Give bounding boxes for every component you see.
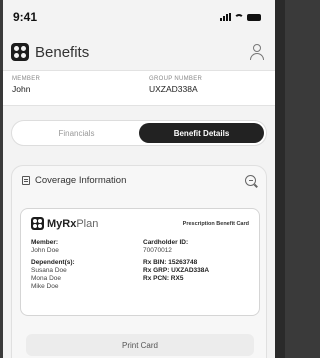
- segmented-tabs: Financials Benefit Details: [11, 120, 267, 146]
- status-time: 9:41: [13, 10, 38, 24]
- card-header: MyRxPlan Prescription Benefit Card: [31, 217, 249, 230]
- tab-benefit-details[interactable]: Benefit Details: [139, 123, 264, 143]
- rx-bin: Rx BIN: 15263748: [143, 259, 198, 266]
- rx-pcn: Rx PCN: RX5: [143, 275, 184, 282]
- wifi-icon: [234, 13, 244, 21]
- cardholder-key: Cardholder ID:: [143, 239, 189, 246]
- group-column: GROUP NUMBER UXZAD338A: [129, 76, 266, 100]
- page-title: Benefits: [35, 43, 90, 61]
- member-value: John: [12, 84, 31, 94]
- prescription-card[interactable]: MyRxPlan Prescription Benefit Card Membe…: [20, 208, 260, 316]
- card-right-column: Cardholder ID: 70070012 Rx BIN: 15263748…: [137, 239, 249, 291]
- coverage-title-group: Coverage Information: [22, 175, 126, 186]
- member-column: MEMBER John: [12, 76, 129, 100]
- profile-icon[interactable]: [249, 44, 265, 60]
- member-label: MEMBER: [12, 76, 41, 82]
- brand: Benefits: [11, 43, 89, 61]
- rx-brand-name: MyRxPlan: [47, 217, 99, 230]
- coverage-panel: Coverage Information MyRxPlan Prescripti…: [11, 165, 267, 358]
- app-logo-icon: [11, 43, 29, 61]
- tab-financials[interactable]: Financials: [14, 123, 139, 143]
- status-icons: [220, 13, 261, 21]
- member-key: Member:: [31, 239, 59, 246]
- group-number-value: UXZAD338A: [149, 84, 198, 94]
- dependent-name: Mike Doe: [31, 283, 59, 290]
- cardholder-id: 70070012: [143, 247, 172, 254]
- card-type-label: Prescription Benefit Card: [182, 220, 249, 227]
- dependent-name: Mona Doe: [31, 275, 61, 282]
- member-info: MEMBER John GROUP NUMBER UXZAD338A: [3, 70, 275, 106]
- signal-icon: [220, 13, 231, 21]
- rx-logo-icon: [31, 217, 44, 230]
- status-bar: 9:41: [3, 0, 275, 34]
- phone-screen: 9:41 Benefits MEMBER John GROUP NUMBER U…: [3, 0, 275, 358]
- coverage-title: Coverage Information: [35, 175, 127, 186]
- rx-brand: MyRxPlan: [31, 217, 98, 230]
- dependents-key: Dependent(s):: [31, 259, 75, 266]
- print-card-button[interactable]: Print Card: [26, 334, 254, 356]
- member-name: John Doe: [31, 247, 59, 254]
- rx-grp: Rx GRP: UXZAD338A: [143, 267, 210, 274]
- zoom-in-icon[interactable]: [245, 175, 256, 186]
- document-icon: [22, 176, 30, 185]
- dependent-name: Susana Doe: [31, 267, 67, 274]
- coverage-header: Coverage Information: [12, 166, 266, 186]
- group-number-label: GROUP NUMBER: [149, 76, 203, 82]
- battery-icon: [247, 13, 261, 21]
- card-body: Member: John Doe Dependent(s): Susana Do…: [31, 239, 249, 291]
- screen-edge: [275, 0, 285, 358]
- app-header: Benefits: [3, 34, 275, 70]
- card-left-column: Member: John Doe Dependent(s): Susana Do…: [31, 239, 137, 291]
